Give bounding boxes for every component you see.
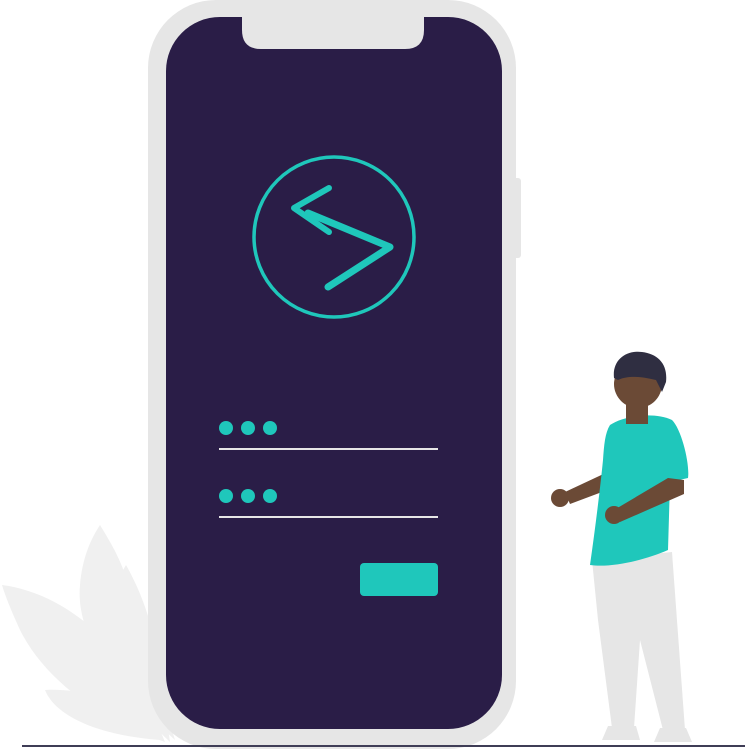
ground-line (22, 745, 745, 747)
phone-notch (242, 17, 424, 49)
submit-button[interactable] (360, 563, 438, 596)
phone-screen (166, 17, 502, 729)
input-underline (219, 516, 438, 518)
person-pants (592, 552, 685, 730)
person-shoe-right (654, 728, 692, 742)
phone (148, 0, 521, 749)
login-illustration (2, 0, 745, 749)
input-underline (219, 448, 438, 450)
password-dots-icon (219, 489, 277, 503)
person-hand-back (551, 489, 569, 507)
person-hand-front (605, 506, 623, 524)
password-dots-icon (219, 421, 277, 435)
person-shoe-left (602, 726, 640, 740)
person (551, 351, 692, 742)
